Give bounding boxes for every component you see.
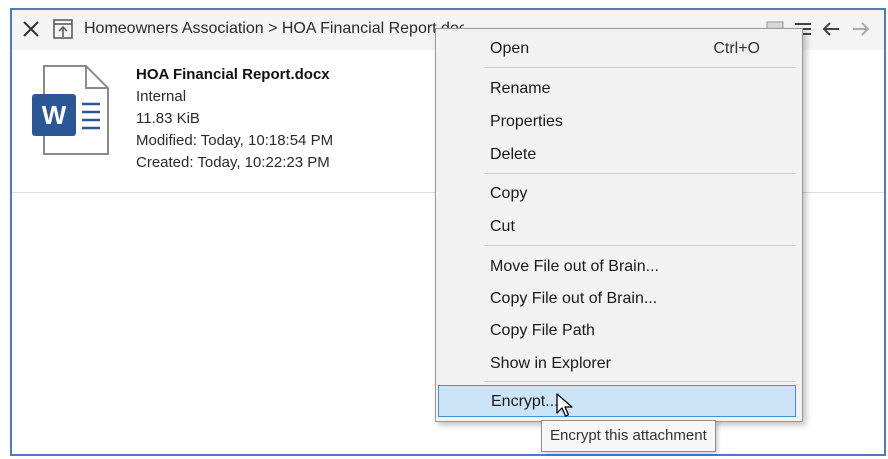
- menu-separator: [484, 67, 796, 68]
- menu-item-label: Move File out of Brain...: [490, 258, 659, 275]
- menu-item-label: Cut: [490, 218, 515, 235]
- file-location: Internal: [136, 88, 187, 105]
- menu-item-cut[interactable]: Cut: [438, 211, 798, 243]
- file-created: Created: Today, 10:22:23 PM: [136, 154, 330, 171]
- menu-item-label: Copy File out of Brain...: [490, 290, 658, 307]
- menu-item-open[interactable]: Open Ctrl+O: [438, 33, 798, 65]
- menu-separator: [484, 173, 796, 174]
- file-size: 11.83 KiB: [136, 110, 200, 127]
- menu-item-label: Copy: [490, 185, 528, 202]
- menu-item-label: Rename: [490, 80, 551, 97]
- menu-item-encrypt[interactable]: Encrypt...: [438, 385, 796, 417]
- menu-item-copy-out[interactable]: Copy File out of Brain...: [438, 283, 798, 315]
- back-arrow-icon[interactable]: [820, 18, 842, 40]
- file-name: HOA Financial Report.docx: [136, 66, 330, 83]
- menu-item-show-explorer[interactable]: Show in Explorer: [438, 348, 798, 380]
- menu-item-label: Show in Explorer: [490, 355, 611, 372]
- menu-item-label: Copy File Path: [490, 322, 595, 339]
- menu-item-properties[interactable]: Properties: [438, 106, 798, 138]
- close-icon[interactable]: [20, 18, 42, 40]
- menu-item-label: Encrypt...: [491, 393, 559, 410]
- svg-text:W: W: [42, 100, 67, 130]
- menu-item-label: Delete: [490, 146, 537, 163]
- move-up-icon[interactable]: [52, 18, 74, 40]
- menu-separator: [484, 245, 796, 246]
- tooltip: Encrypt this attachment: [541, 420, 716, 452]
- forward-arrow-icon[interactable]: [850, 18, 872, 40]
- shortcut-label: Ctrl+O: [713, 40, 760, 57]
- menu-item-delete[interactable]: Delete: [438, 139, 798, 171]
- menu-item-rename[interactable]: Rename: [438, 73, 798, 105]
- context-menu: Open Ctrl+O Rename Properties Delete Cop…: [435, 28, 803, 422]
- breadcrumb: Homeowners Association > HOA Financial R…: [84, 20, 464, 37]
- word-doc-icon[interactable]: W: [30, 64, 112, 161]
- file-modified: Modified: Today, 10:18:54 PM: [136, 132, 334, 149]
- file-info: HOA Financial Report.docx Internal 11.83…: [136, 64, 333, 174]
- menu-item-copy[interactable]: Copy: [438, 178, 798, 210]
- menu-item-move-out[interactable]: Move File out of Brain...: [438, 251, 798, 283]
- menu-item-copy-path[interactable]: Copy File Path: [438, 315, 798, 347]
- menu-separator: [484, 381, 796, 382]
- menu-item-label: Open: [490, 40, 530, 57]
- menu-item-label: Properties: [490, 113, 563, 130]
